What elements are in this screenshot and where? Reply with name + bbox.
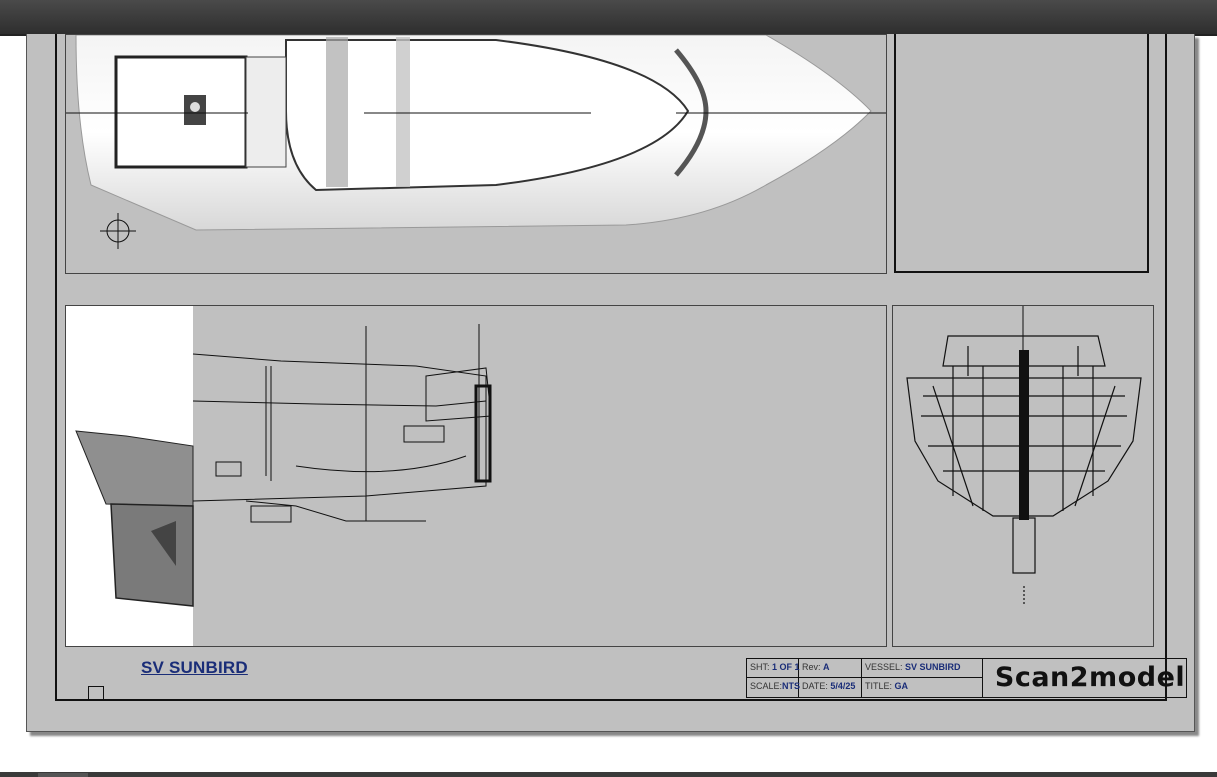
profile-view-viewport[interactable] xyxy=(65,305,887,647)
sheet-border: SV SUNBIRD SHT: 1 OF 1 Rev: A VESSEL: SV… xyxy=(55,34,1187,701)
corner-marker xyxy=(88,686,104,700)
plan-view-viewport[interactable] xyxy=(65,34,887,274)
scan2model-logo: Scan2model xyxy=(994,661,1186,693)
vessel-title: SV SUNBIRD xyxy=(141,658,248,677)
layout-tab[interactable] xyxy=(38,773,88,777)
vessel-field: VESSEL: SV SUNBIRD xyxy=(865,662,961,672)
detail-viewport[interactable] xyxy=(894,34,1149,273)
scale-field: SCALE:NTS xyxy=(750,681,801,691)
date-field: DATE: 5/4/25 xyxy=(802,681,856,691)
drawing-sheet: SV SUNBIRD SHT: 1 OF 1 Rev: A VESSEL: SV… xyxy=(26,34,1195,732)
rev-field: Rev: A xyxy=(802,662,830,672)
title-block: SHT: 1 OF 1 Rev: A VESSEL: SV SUNBIRD SC… xyxy=(746,658,1187,698)
drawing-title-field: TITLE: GA xyxy=(865,681,909,691)
section-view-viewport[interactable] xyxy=(892,305,1154,647)
sheet-field: SHT: 1 OF 1 xyxy=(750,662,800,672)
top-toolbar xyxy=(0,0,1217,36)
bottom-status-bar xyxy=(0,772,1217,777)
